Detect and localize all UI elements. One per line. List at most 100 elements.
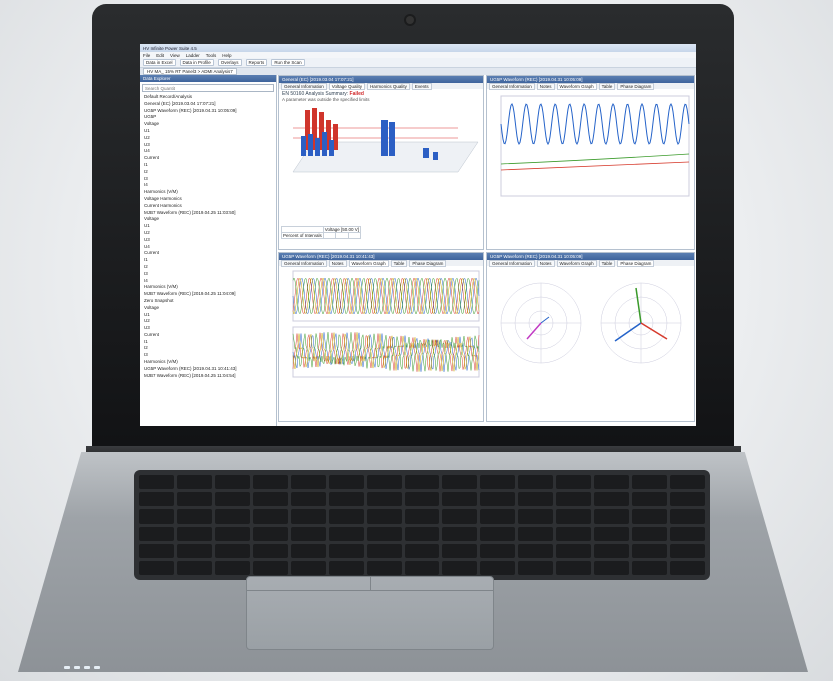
tree-item[interactable]: I4 (144, 182, 276, 189)
keyboard-key[interactable] (404, 509, 440, 524)
tree-item[interactable]: Harmonics (V/M) (144, 189, 276, 196)
tab-voltage-quality[interactable]: Voltage Quality (328, 82, 366, 90)
menu-ladder[interactable]: Ladder (186, 53, 200, 58)
keyboard-key[interactable] (176, 475, 212, 490)
keyboard-key[interactable] (214, 526, 250, 541)
keyboard-key[interactable] (214, 492, 250, 507)
tab-general-info[interactable]: General Information (281, 259, 327, 267)
keyboard-key[interactable] (670, 526, 705, 541)
menu-view[interactable]: View (170, 53, 180, 58)
keyboard-key[interactable] (518, 543, 554, 558)
reports-button[interactable]: Reports (245, 59, 268, 66)
tree-item[interactable]: U3 (144, 325, 276, 332)
keyboard-key[interactable] (670, 492, 705, 507)
tree-item[interactable]: Current Harmonics (144, 203, 276, 210)
keyboard-key[interactable] (252, 543, 288, 558)
keyboard-key[interactable] (556, 475, 592, 490)
tree-item[interactable]: U2 (144, 318, 276, 325)
keyboard-key[interactable] (252, 475, 288, 490)
tree-item[interactable]: U1 (144, 223, 276, 230)
tab-general-info[interactable]: General Information (489, 82, 535, 90)
tree-item[interactable]: I1 (144, 339, 276, 346)
keyboard-key[interactable] (366, 509, 402, 524)
tree-item[interactable]: I3 (144, 176, 276, 183)
keyboard-key[interactable] (594, 543, 630, 558)
keyboard-key[interactable] (366, 543, 402, 558)
tree-item[interactable]: I1 (144, 257, 276, 264)
keyboard-key[interactable] (214, 475, 250, 490)
tree-item[interactable]: Voltage (144, 305, 276, 312)
keyboard-key[interactable] (670, 543, 705, 558)
keyboard-key[interactable] (290, 543, 326, 558)
tree-item[interactable]: Current (144, 155, 276, 162)
keyboard-key[interactable] (632, 475, 668, 490)
keyboard-key[interactable] (518, 475, 554, 490)
tree-item[interactable]: U1 (144, 312, 276, 319)
keyboard-key[interactable] (139, 560, 174, 575)
document-tab[interactable]: HV MA_ 15% RT Panel3 > ADMI Analysis7 (143, 68, 237, 75)
tab-table[interactable]: Table (598, 259, 616, 267)
keyboard-key[interactable] (139, 475, 174, 490)
data-in-profile-button[interactable]: Data in Profile (179, 59, 214, 66)
tree-item[interactable]: Zero Snapshot (144, 298, 276, 305)
keyboard-key[interactable] (594, 560, 630, 575)
tree-item[interactable]: MJB7 Waveform (REC) [2019.04.25 11:04:54… (144, 373, 276, 380)
keyboard-key[interactable] (442, 492, 478, 507)
tree-item[interactable]: I3 (144, 352, 276, 359)
keyboard-key[interactable] (594, 526, 630, 541)
tree-item[interactable]: Voltage (144, 121, 276, 128)
tree-item[interactable]: General (EC) [2019.03.04 17:07:21] (144, 101, 276, 108)
keyboard-key[interactable] (442, 543, 478, 558)
keyboard-key[interactable] (404, 475, 440, 490)
tree-item[interactable]: U4 (144, 148, 276, 155)
keyboard-key[interactable] (594, 492, 630, 507)
tab-phase-diagram[interactable]: Phase Diagram (617, 82, 655, 90)
touchpad-right-button[interactable] (370, 577, 493, 591)
tree-item[interactable]: Current (144, 332, 276, 339)
keyboard-key[interactable] (556, 543, 592, 558)
keyboard-key[interactable] (328, 492, 364, 507)
keyboard-key[interactable] (480, 543, 516, 558)
keyboard-key[interactable] (176, 526, 212, 541)
tree-item[interactable]: UG5P Waveform (REC) [2019.04.31 10:05:09… (144, 108, 276, 115)
tree-item[interactable]: I3 (144, 271, 276, 278)
tree-item[interactable]: Default Record/Analysis (144, 94, 276, 101)
keyboard-key[interactable] (214, 509, 250, 524)
tab-notes[interactable]: Notes (328, 259, 347, 267)
tree-item[interactable]: U2 (144, 230, 276, 237)
keyboard-key[interactable] (366, 492, 402, 507)
keyboard-key[interactable] (252, 560, 288, 575)
tab-waveform-graph[interactable]: Waveform Graph (556, 82, 597, 90)
keyboard-key[interactable] (632, 560, 668, 575)
tree-item[interactable]: UG5P (144, 114, 276, 121)
tree-item[interactable]: U2 (144, 135, 276, 142)
tab-events[interactable]: Events (411, 82, 432, 90)
tab-notes[interactable]: Notes (536, 82, 555, 90)
tab-waveform-graph[interactable]: Waveform Graph (556, 259, 597, 267)
tree-item[interactable]: Current (144, 250, 276, 257)
keyboard-key[interactable] (328, 475, 364, 490)
tree-item[interactable]: Harmonics (V/M) (144, 284, 276, 291)
keyboard-key[interactable] (556, 560, 592, 575)
keyboard-key[interactable] (404, 492, 440, 507)
tree-item[interactable]: I2 (144, 345, 276, 352)
keyboard-key[interactable] (139, 526, 174, 541)
keyboard-key[interactable] (442, 526, 478, 541)
keyboard-key[interactable] (176, 509, 212, 524)
keyboard-key[interactable] (442, 509, 478, 524)
tree-item[interactable]: U3 (144, 237, 276, 244)
keyboard-key[interactable] (176, 560, 212, 575)
keyboard-key[interactable] (176, 543, 212, 558)
keyboard-key[interactable] (366, 475, 402, 490)
tree-item[interactable]: Voltage (144, 216, 276, 223)
keyboard-key[interactable] (518, 526, 554, 541)
keyboard-key[interactable] (328, 543, 364, 558)
keyboard-key[interactable] (480, 475, 516, 490)
keyboard-key[interactable] (366, 560, 402, 575)
keyboard-key[interactable] (139, 509, 174, 524)
tree-item[interactable]: I2 (144, 169, 276, 176)
keyboard-key[interactable] (252, 492, 288, 507)
keyboard-key[interactable] (632, 526, 668, 541)
tree-item[interactable]: U1 (144, 128, 276, 135)
tab-harmonics-quality[interactable]: Harmonics Quality (367, 82, 410, 90)
